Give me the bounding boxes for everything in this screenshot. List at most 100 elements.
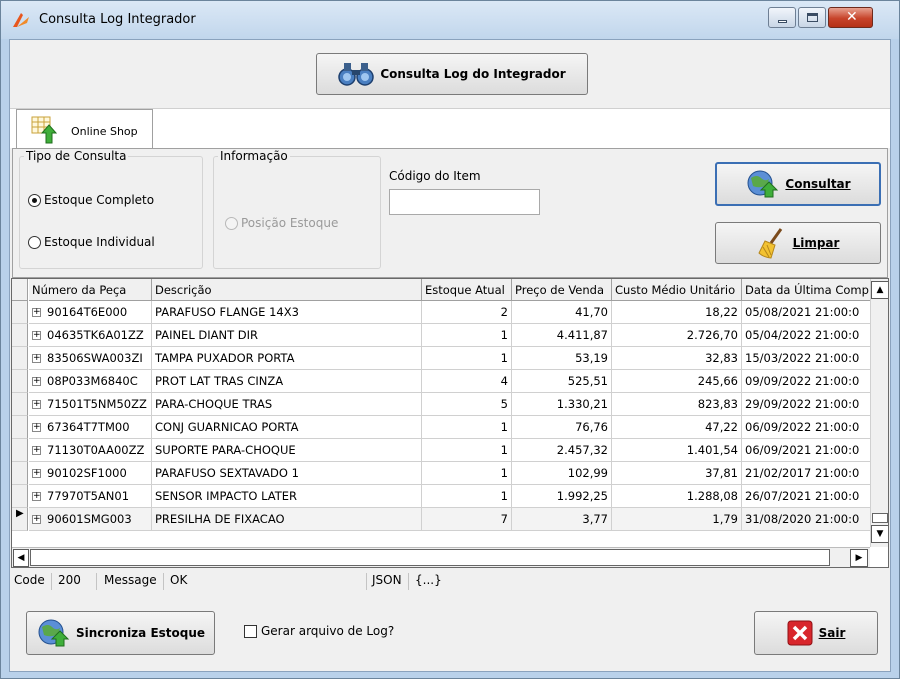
codigo-item-input[interactable] [389, 189, 540, 215]
row-indicator[interactable] [12, 370, 28, 393]
row-indicator[interactable] [12, 301, 28, 324]
table-cell[interactable]: 102,99 [512, 462, 612, 485]
table-cell[interactable]: 4.411,87 [512, 324, 612, 347]
radio-estoque-completo[interactable]: Estoque Completo [28, 193, 154, 207]
table-cell[interactable]: SENSOR IMPACTO LATER [152, 485, 422, 508]
expand-row-icon[interactable]: + [32, 354, 41, 363]
column-header[interactable]: Preço de Venda [512, 279, 612, 301]
column-header[interactable]: Estoque Atual [422, 279, 512, 301]
vertical-scroll-thumb[interactable] [872, 513, 888, 523]
table-cell[interactable]: 05/08/2021 21:00:0 [742, 301, 872, 324]
title-bar[interactable]: Consulta Log Integrador ✕ [1, 1, 899, 39]
row-indicator[interactable] [12, 347, 28, 370]
expand-row-icon[interactable]: + [32, 469, 41, 478]
expand-row-icon[interactable]: + [32, 400, 41, 409]
column-header[interactable]: Data da Última Comp [742, 279, 872, 301]
table-cell[interactable]: 2 [422, 301, 512, 324]
expand-row-icon[interactable]: + [32, 308, 41, 317]
close-window-button[interactable]: ✕ [828, 7, 873, 28]
radio-estoque-individual[interactable]: Estoque Individual [28, 235, 155, 249]
table-cell[interactable]: 06/09/2021 21:00:0 [742, 439, 872, 462]
table-cell[interactable]: +90164T6E000 [29, 301, 152, 324]
scroll-left-button[interactable]: ◀ [13, 549, 29, 567]
row-indicator[interactable] [12, 462, 28, 485]
sair-button[interactable]: Sair [754, 611, 878, 655]
column-header[interactable]: Número da Peça [29, 279, 152, 301]
table-cell[interactable]: 7 [422, 508, 512, 531]
table-cell[interactable]: SUPORTE PARA-CHOQUE [152, 439, 422, 462]
expand-row-icon[interactable]: + [32, 515, 41, 524]
table-cell[interactable]: 1 [422, 347, 512, 370]
table-cell[interactable]: 1 [422, 324, 512, 347]
horizontal-scroll-thumb[interactable] [30, 549, 830, 566]
expand-row-icon[interactable]: + [32, 492, 41, 501]
table-cell[interactable]: 32,83 [612, 347, 742, 370]
table-cell[interactable]: 5 [422, 393, 512, 416]
table-cell[interactable]: 15/03/2022 21:00:0 [742, 347, 872, 370]
table-cell[interactable]: PROT LAT TRAS CINZA [152, 370, 422, 393]
column-header[interactable]: Descrição [152, 279, 422, 301]
table-cell[interactable]: PRESILHA DE FIXACAO [152, 508, 422, 531]
table-cell[interactable]: 1 [422, 462, 512, 485]
scroll-right-button[interactable]: ▶ [850, 549, 868, 567]
table-cell[interactable]: 823,83 [612, 393, 742, 416]
column-header[interactable]: Custo Médio Unitário [612, 279, 742, 301]
expand-row-icon[interactable]: + [32, 377, 41, 386]
table-cell[interactable]: 18,22 [612, 301, 742, 324]
vertical-scrollbar[interactable]: ▲ ▼ [870, 279, 888, 547]
table-cell[interactable]: +90601SMG003 [29, 508, 152, 531]
consulta-log-button[interactable]: Consulta Log do Integrador [316, 53, 588, 95]
table-cell[interactable]: 09/09/2022 21:00:0 [742, 370, 872, 393]
table-cell[interactable]: PARAFUSO FLANGE 14X3 [152, 301, 422, 324]
row-indicator[interactable] [12, 485, 28, 508]
table-cell[interactable]: PAINEL DIANT DIR [152, 324, 422, 347]
table-cell[interactable]: +83506SWA003ZI [29, 347, 152, 370]
table-cell[interactable]: 4 [422, 370, 512, 393]
table-cell[interactable]: 05/04/2022 21:00:0 [742, 324, 872, 347]
consultar-button[interactable]: Consultar [715, 162, 881, 206]
table-cell[interactable]: PARA-CHOQUE TRAS [152, 393, 422, 416]
gerar-log-checkbox[interactable]: Gerar arquivo de Log? [244, 624, 394, 638]
table-cell[interactable]: +90102SF1000 [29, 462, 152, 485]
table-cell[interactable]: 1 [422, 416, 512, 439]
expand-row-icon[interactable]: + [32, 331, 41, 340]
table-cell[interactable]: +67364T7TM00 [29, 416, 152, 439]
table-cell[interactable]: 47,22 [612, 416, 742, 439]
stock-grid[interactable]: Número da Peça Descrição Estoque Atual Preç… [11, 278, 889, 568]
limpar-button[interactable]: Limpar [715, 222, 881, 264]
table-cell[interactable]: 1.401,54 [612, 439, 742, 462]
horizontal-scrollbar[interactable]: ◀ ▶ [12, 547, 870, 567]
row-indicator[interactable] [12, 439, 28, 462]
table-cell[interactable]: 29/09/2022 21:00:0 [742, 393, 872, 416]
table-cell[interactable]: 21/02/2017 21:00:0 [742, 462, 872, 485]
table-cell[interactable]: 245,66 [612, 370, 742, 393]
table-cell[interactable]: CONJ GUARNICAO PORTA [152, 416, 422, 439]
table-cell[interactable]: 1.288,08 [612, 485, 742, 508]
sincroniza-estoque-button[interactable]: Sincroniza Estoque [26, 611, 215, 655]
table-cell[interactable]: 41,70 [512, 301, 612, 324]
table-cell[interactable]: 37,81 [612, 462, 742, 485]
table-cell[interactable]: 26/07/2021 21:00:0 [742, 485, 872, 508]
table-cell[interactable]: 1 [422, 439, 512, 462]
minimize-button[interactable] [768, 7, 796, 28]
table-cell[interactable]: +77970T5AN01 [29, 485, 152, 508]
table-cell[interactable]: 1.330,21 [512, 393, 612, 416]
table-cell[interactable]: 3,77 [512, 508, 612, 531]
expand-row-icon[interactable]: + [32, 446, 41, 455]
table-cell[interactable]: 06/09/2022 21:00:0 [742, 416, 872, 439]
table-cell[interactable]: TAMPA PUXADOR PORTA [152, 347, 422, 370]
table-cell[interactable]: 53,19 [512, 347, 612, 370]
expand-row-icon[interactable]: + [32, 423, 41, 432]
table-cell[interactable]: PARAFUSO SEXTAVADO 1 [152, 462, 422, 485]
table-cell[interactable]: 1,79 [612, 508, 742, 531]
scroll-down-button[interactable]: ▼ [871, 525, 888, 543]
row-indicator[interactable]: ▶ [12, 508, 28, 531]
tab-online-shop[interactable]: Online Shop [16, 109, 153, 150]
table-cell[interactable]: 31/08/2020 21:00:0 [742, 508, 872, 531]
row-indicator[interactable] [12, 416, 28, 439]
table-cell[interactable]: 2.726,70 [612, 324, 742, 347]
table-cell[interactable]: 525,51 [512, 370, 612, 393]
row-indicator[interactable] [12, 324, 28, 347]
scroll-up-button[interactable]: ▲ [871, 281, 888, 299]
table-cell[interactable]: 1 [422, 485, 512, 508]
